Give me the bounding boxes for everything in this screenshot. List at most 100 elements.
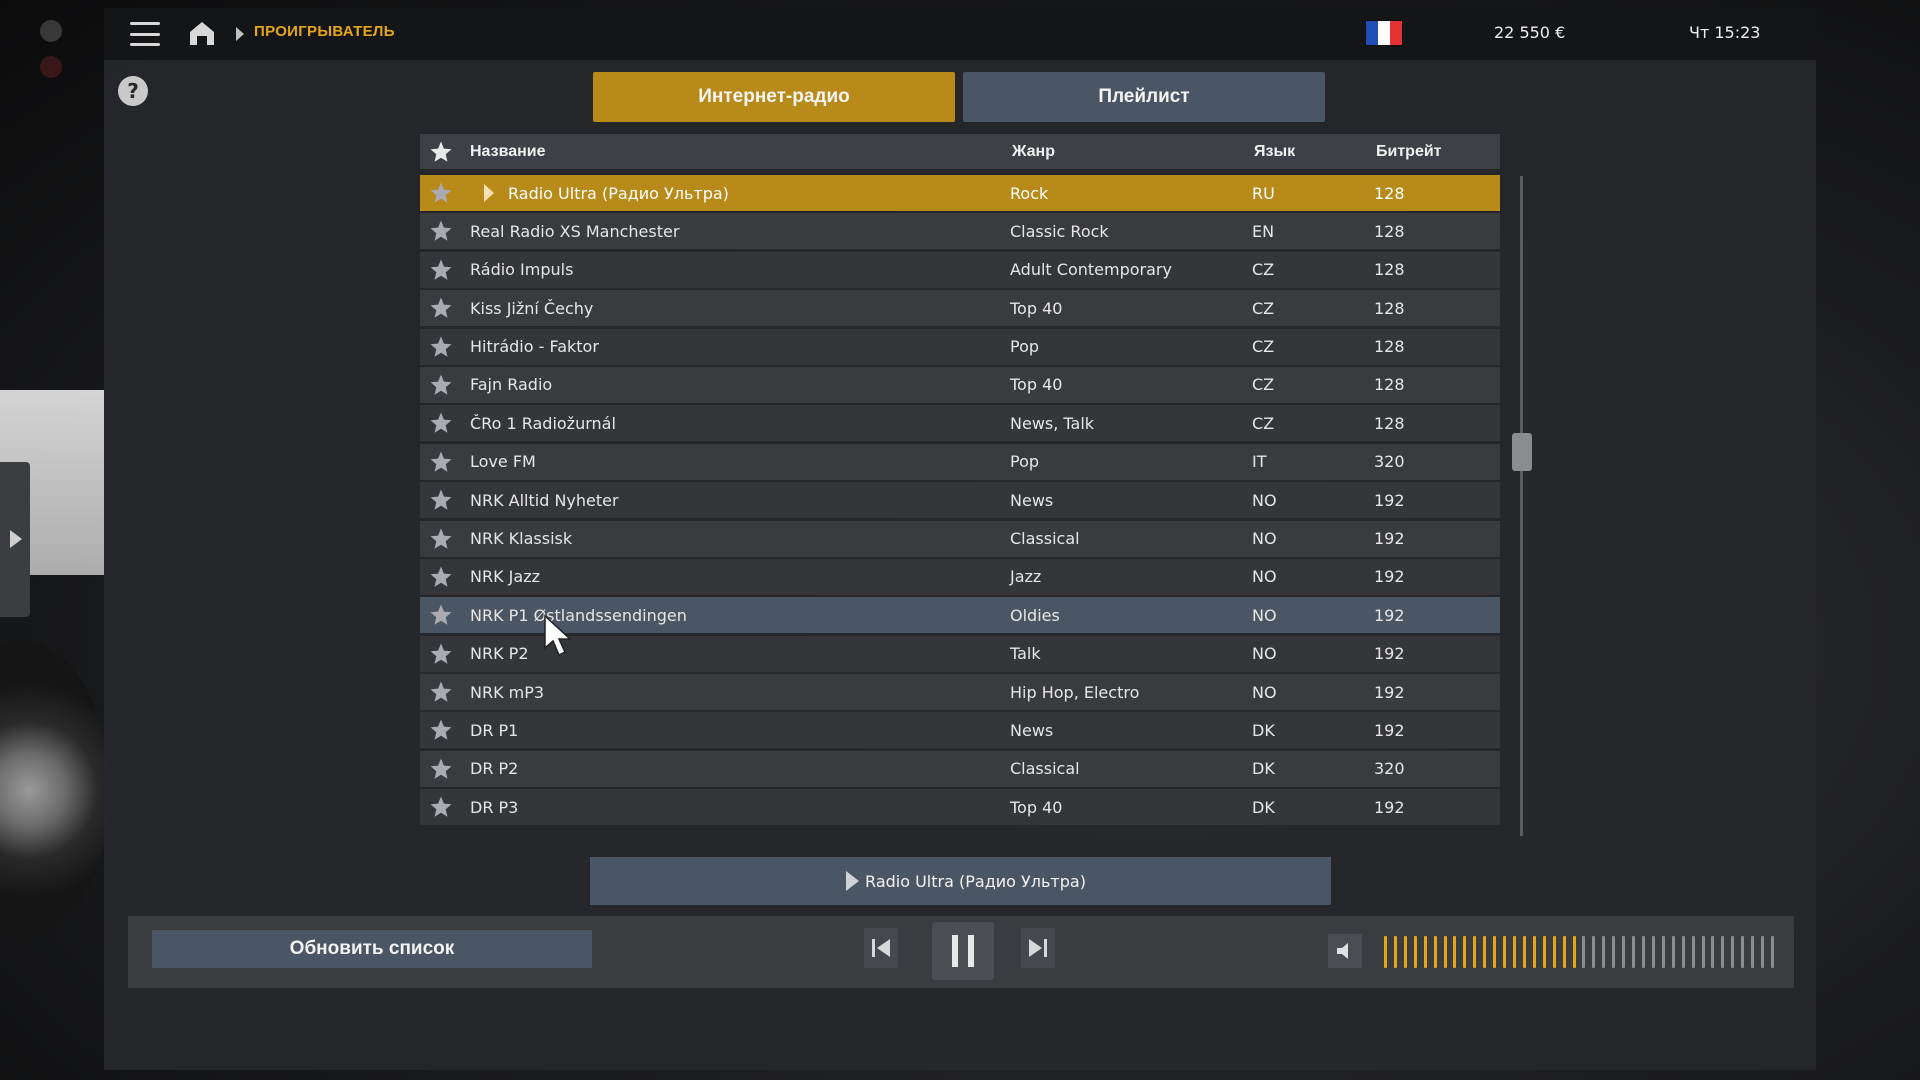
volume-segment[interactable] (1592, 936, 1596, 968)
volume-segment[interactable] (1711, 936, 1715, 968)
volume-segment[interactable] (1423, 936, 1427, 968)
volume-segment[interactable] (1403, 936, 1407, 968)
volume-segment[interactable] (1413, 936, 1417, 968)
next-icon (1029, 939, 1047, 957)
favorite-star-icon[interactable] (420, 181, 462, 205)
volume-segment[interactable] (1433, 936, 1437, 968)
column-name-header[interactable]: Название (462, 143, 1010, 161)
next-button[interactable] (1021, 928, 1055, 968)
volume-segment[interactable] (1671, 936, 1675, 968)
favorite-star-icon[interactable] (420, 718, 462, 742)
favorite-star-icon[interactable] (420, 565, 462, 589)
table-row[interactable]: NRK mP3 Hip Hop, Electro NO 192 (420, 674, 1500, 711)
tab-internet-radio[interactable]: Интернет-радио (593, 72, 955, 122)
favorite-star-icon[interactable] (420, 335, 462, 359)
favorite-star-icon[interactable] (420, 373, 462, 397)
volume-segment[interactable] (1493, 936, 1497, 968)
column-language-header[interactable]: Язык (1252, 143, 1374, 161)
table-row[interactable]: Hitrádio - Faktor Pop CZ 128 (420, 328, 1500, 365)
volume-segment[interactable] (1731, 936, 1735, 968)
volume-segment[interactable] (1463, 936, 1467, 968)
refresh-list-button[interactable]: Обновить список (152, 930, 592, 968)
favorite-star-icon[interactable] (420, 757, 462, 781)
home-icon[interactable] (188, 20, 216, 46)
scrollbar-track[interactable] (1520, 176, 1523, 836)
table-row[interactable]: Fajn Radio Top 40 CZ 128 (420, 366, 1500, 403)
volume-segment[interactable] (1443, 936, 1447, 968)
volume-segment[interactable] (1542, 936, 1546, 968)
volume-segment[interactable] (1632, 936, 1636, 968)
volume-segment[interactable] (1691, 936, 1695, 968)
volume-segment[interactable] (1681, 936, 1685, 968)
table-row[interactable]: DR P3 Top 40 DK 192 (420, 789, 1500, 826)
favorite-star-icon[interactable] (420, 258, 462, 282)
side-expand-tab[interactable] (0, 462, 30, 617)
volume-segment[interactable] (1552, 936, 1556, 968)
station-name-cell: ČRo 1 Radiožurnál (462, 414, 1010, 433)
volume-segment[interactable] (1612, 936, 1616, 968)
favorite-star-icon[interactable] (420, 450, 462, 474)
volume-segment[interactable] (1522, 936, 1526, 968)
volume-segment[interactable] (1384, 936, 1387, 968)
help-icon[interactable]: ? (118, 76, 148, 106)
favorite-star-icon[interactable] (420, 603, 462, 627)
favorite-star-icon[interactable] (420, 680, 462, 704)
favorite-star-icon[interactable] (420, 411, 462, 435)
table-row[interactable]: NRK Klassisk Classical NO 192 (420, 520, 1500, 557)
station-genre: Jazz (1010, 567, 1042, 587)
table-row[interactable]: Real Radio XS Manchester Classic Rock EN 12… (420, 213, 1500, 250)
volume-segment[interactable] (1661, 936, 1665, 968)
favorite-star-icon[interactable] (420, 219, 462, 243)
volume-segment[interactable] (1641, 936, 1645, 968)
table-row[interactable]: ČRo 1 Radiožurnál News, Talk CZ 128 (420, 405, 1500, 442)
tab-playlist[interactable]: Плейлист (963, 72, 1325, 122)
mute-button[interactable] (1328, 934, 1362, 968)
now-playing-bar[interactable]: Radio Ultra (Радио Ультра) (590, 857, 1331, 905)
table-row[interactable]: Kiss Jižní Čechy Top 40 CZ 128 (420, 290, 1500, 327)
volume-segment[interactable] (1572, 936, 1576, 968)
volume-segment[interactable] (1701, 936, 1705, 968)
volume-segment[interactable] (1562, 936, 1566, 968)
table-row[interactable]: DR P2 Classical DK 320 (420, 750, 1500, 787)
pause-button[interactable] (932, 922, 994, 980)
table-row[interactable]: NRK Jazz Jazz NO 192 (420, 558, 1500, 595)
table-row[interactable]: DR P1 News DK 192 (420, 712, 1500, 749)
favorite-star-icon[interactable] (420, 527, 462, 551)
breadcrumb[interactable]: ПРОИГРЫВАТЕЛЬ (254, 23, 395, 40)
volume-segment[interactable] (1751, 936, 1755, 968)
scrollbar-thumb[interactable] (1512, 433, 1532, 471)
table-row[interactable]: NRK Alltid Nyheter News NO 192 (420, 482, 1500, 519)
volume-segment[interactable] (1622, 936, 1626, 968)
favorite-star-icon[interactable] (420, 488, 462, 512)
volume-segment[interactable] (1741, 936, 1745, 968)
station-genre: Pop (1010, 337, 1040, 357)
favorites-column-star-icon[interactable] (420, 140, 462, 164)
table-row[interactable]: NRK P2 Talk NO 192 (420, 635, 1500, 672)
volume-segment[interactable] (1473, 936, 1477, 968)
volume-segment[interactable] (1651, 936, 1655, 968)
station-genre: Rock (1010, 183, 1049, 203)
table-row[interactable]: Love FM Pop IT 320 (420, 443, 1500, 480)
volume-segment[interactable] (1721, 936, 1725, 968)
previous-button[interactable] (864, 928, 898, 968)
volume-segment[interactable] (1483, 936, 1487, 968)
volume-segment[interactable] (1453, 936, 1457, 968)
table-row[interactable]: Rádio Impuls Adult Contemporary CZ 128 (420, 251, 1500, 288)
favorite-star-icon[interactable] (420, 642, 462, 666)
menu-icon[interactable] (130, 22, 160, 46)
table-row[interactable]: NRK P1 Østlandssendingen Oldies NO 192 (420, 597, 1500, 634)
volume-segment[interactable] (1602, 936, 1606, 968)
volume-segment[interactable] (1512, 936, 1516, 968)
volume-segment[interactable] (1532, 936, 1536, 968)
column-genre-header[interactable]: Жанр (1010, 143, 1252, 161)
volume-segment[interactable] (1393, 936, 1397, 968)
volume-segment[interactable] (1503, 936, 1507, 968)
column-bitrate-header[interactable]: Битрейт (1374, 143, 1500, 161)
volume-segment[interactable] (1582, 936, 1586, 968)
favorite-star-icon[interactable] (420, 296, 462, 320)
favorite-star-icon[interactable] (420, 795, 462, 819)
table-row[interactable]: Radio Ultra (Радио Ультра) Rock RU 128 (420, 175, 1500, 211)
volume-segment[interactable] (1770, 936, 1774, 968)
volume-slider[interactable] (1384, 936, 1774, 968)
volume-segment[interactable] (1761, 936, 1765, 968)
